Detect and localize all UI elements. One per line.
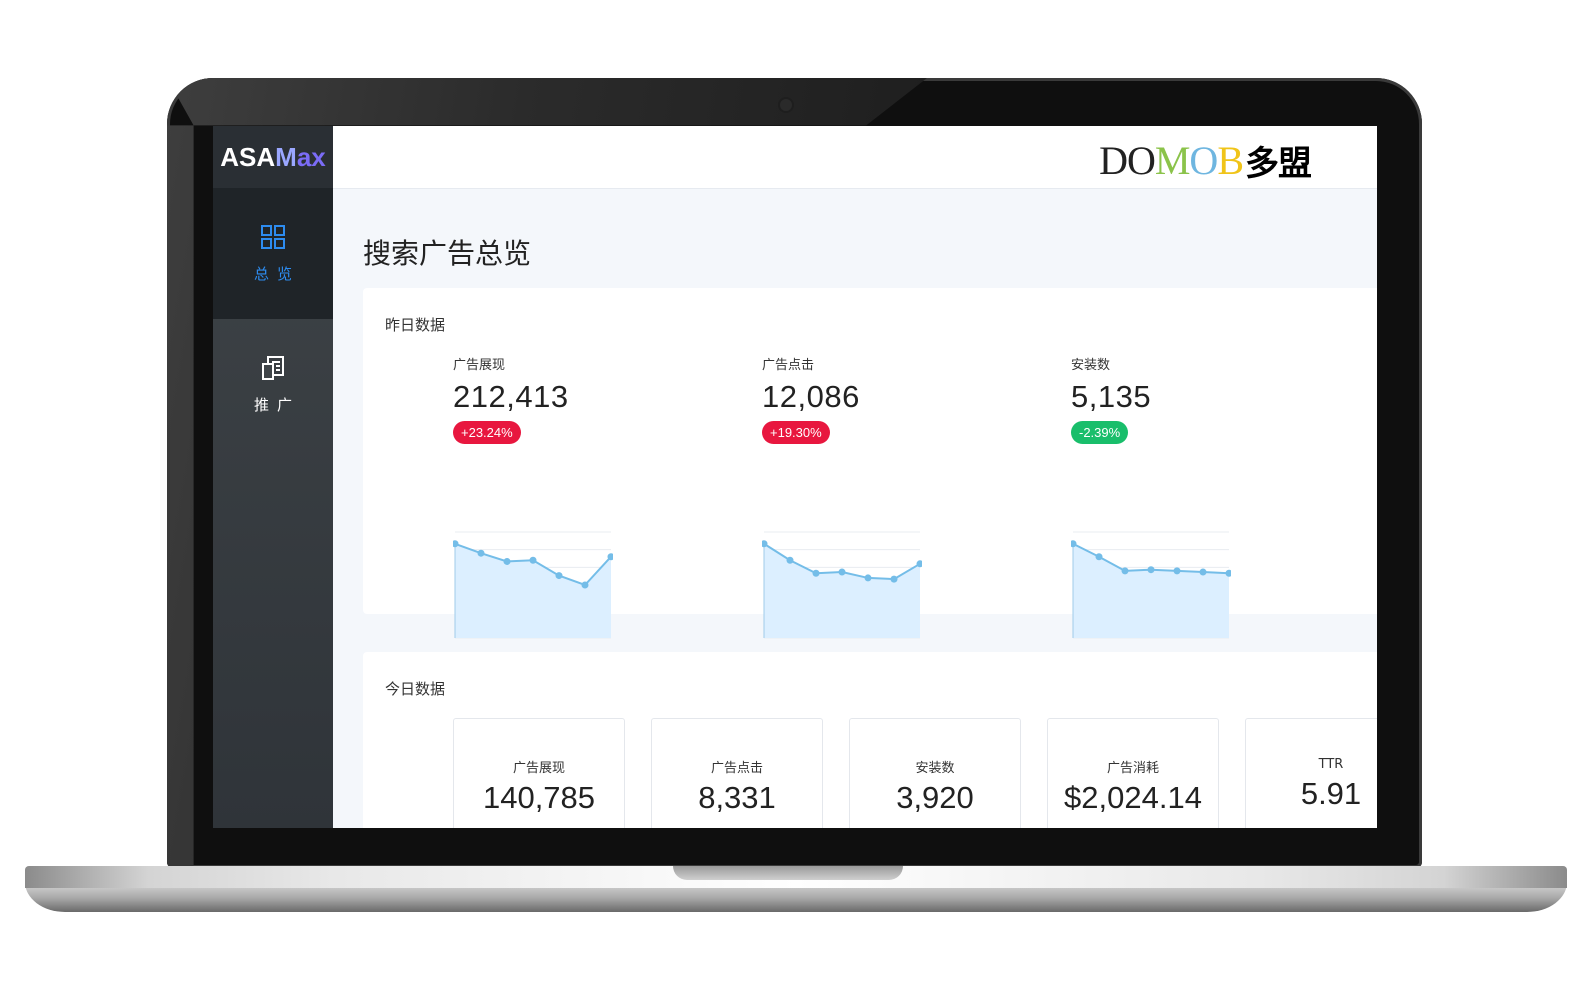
brand-letter: O	[1126, 138, 1156, 183]
stat-value: $2,024.14	[1064, 780, 1202, 815]
sparkline-point	[864, 574, 872, 582]
sparkline-point	[812, 569, 820, 577]
sparkline-point	[581, 581, 589, 589]
stat-value: 3,920	[896, 780, 974, 815]
sparkline-chart	[762, 531, 922, 639]
stat-value: 5.91	[1300, 776, 1362, 811]
sparkline-point	[1121, 567, 1129, 575]
sidebar: ASA Max 总览 推广	[213, 126, 333, 828]
stat-label: 安装数	[915, 761, 955, 776]
metric-value: 212,413	[453, 379, 569, 414]
stat-card-impressions[interactable]: 广告展现 140,785	[453, 718, 625, 828]
brand-letter: M	[1154, 138, 1191, 183]
stat-card-installs[interactable]: 安装数 3,920	[849, 718, 1021, 828]
brand-letter: D	[1099, 138, 1128, 183]
sparkline-point	[503, 557, 511, 565]
brand-cn-text: 多盟	[1245, 144, 1312, 184]
sparkline-point	[555, 572, 563, 580]
sidebar-item-overview[interactable]: 总览	[213, 188, 333, 319]
document-icon	[260, 355, 286, 386]
brand-letter: B	[1217, 138, 1244, 183]
stat-value: 8,331	[698, 780, 776, 815]
metric-installs: 安装数 5,135 -2.39%	[1071, 354, 1271, 639]
metric-clicks: 广告点击 12,086 +19.30%	[762, 354, 962, 639]
sparkline-point	[1095, 553, 1103, 561]
logo-accent-text: ax	[296, 141, 326, 172]
sparkline-chart	[453, 531, 613, 639]
sidebar-item-label: 总览	[253, 265, 300, 283]
stat-label: 广告展现	[512, 761, 565, 776]
laptop-hinge-notch	[673, 866, 903, 880]
brand-letter: O	[1189, 138, 1218, 183]
sidebar-item-promotion[interactable]: 推广	[213, 319, 333, 447]
change-badge: +23.24%	[453, 421, 521, 444]
stat-card-clicks[interactable]: 广告点击 8,331	[651, 718, 823, 828]
main-content: 搜索广告总览 昨日数据 广告展现 212,413 +23.24% 广告点击 12…	[333, 188, 1377, 828]
brand-letters: DOMOB	[1099, 137, 1244, 184]
metric-label: 安装数	[1071, 358, 1111, 373]
sparkline-point	[529, 556, 537, 564]
change-badge: -2.39%	[1071, 421, 1129, 444]
sparkline-point	[890, 575, 898, 583]
stat-label: TTR	[1318, 757, 1344, 772]
card-title: 今日数据	[385, 680, 446, 698]
logo-primary-text: ASA	[220, 141, 276, 172]
page-title: 搜索广告总览	[363, 237, 532, 270]
stat-label: 广告点击	[710, 761, 763, 776]
today-data-card: 今日数据 广告展现 140,785 广告点击 8,331 安装数 3,920 广…	[363, 652, 1377, 828]
metric-impressions: 广告展现 212,413 +23.24%	[453, 354, 653, 639]
change-badge: +19.30%	[762, 421, 830, 444]
metric-label: 广告展现	[453, 358, 506, 373]
sparkline-point	[1147, 566, 1155, 574]
sparkline-point	[838, 568, 846, 576]
laptop-mockup: ASA Max 总览 推广 DOMOB 多盟 搜索广告总览 昨日数据 广告展现 …	[0, 0, 1590, 1004]
app-logo[interactable]: ASA Max	[213, 126, 333, 188]
card-title: 昨日数据	[385, 316, 446, 334]
stat-value: 140,785	[482, 780, 596, 815]
sparkline-point	[1173, 567, 1181, 575]
metric-label: 广告点击	[762, 358, 815, 373]
yesterday-data-card: 昨日数据 广告展现 212,413 +23.24% 广告点击 12,086 +1…	[363, 288, 1377, 639]
camera-icon	[780, 99, 792, 111]
metric-value: 5,135	[1071, 379, 1152, 414]
stat-label: 广告消耗	[1106, 761, 1159, 776]
logo-mark-text: M	[275, 141, 297, 172]
top-header: DOMOB 多盟	[333, 126, 1377, 189]
grid-icon	[260, 224, 286, 255]
sparkline-chart	[1071, 531, 1231, 639]
app-screen: ASA Max 总览 推广 DOMOB 多盟 搜索广告总览 昨日数据 广告展现 …	[213, 126, 1377, 828]
sparkline-point	[477, 549, 485, 557]
sparkline-point	[786, 556, 794, 564]
stat-card-ttr[interactable]: TTR 5.91	[1245, 718, 1377, 828]
sparkline-point	[1199, 568, 1207, 576]
sidebar-item-label: 推广	[253, 397, 300, 414]
stat-card-spend[interactable]: 广告消耗 $2,024.14	[1047, 718, 1219, 828]
partner-brand-logo: DOMOB 多盟	[1099, 136, 1312, 185]
metric-value: 12,086	[762, 379, 860, 414]
